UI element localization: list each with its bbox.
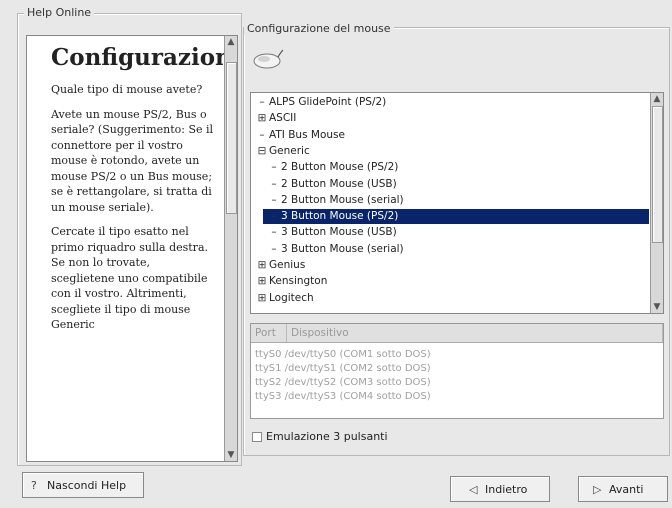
help-paragraph: Quale tipo di mouse avete? xyxy=(51,83,203,96)
tree-line-icon: – xyxy=(271,226,277,239)
scroll-down-arrow-icon[interactable]: ▼ xyxy=(651,301,663,313)
next-label: Avanti xyxy=(609,483,644,496)
column-header-port[interactable]: Port xyxy=(251,324,287,342)
tree-item-label: 3 Button Mouse (USB) xyxy=(281,226,397,239)
column-header-device[interactable]: Dispositivo xyxy=(287,324,663,342)
tree-item[interactable]: –2 Button Mouse (PS/2) xyxy=(263,160,649,175)
device-row[interactable]: ttyS0 /dev/ttyS0 (COM1 sotto DOS) xyxy=(255,348,431,361)
tree-item-label: Kensington xyxy=(269,275,328,288)
tree-line-icon: – xyxy=(271,177,277,190)
device-row[interactable]: ttyS1 /dev/ttyS1 (COM2 sotto DOS) xyxy=(255,362,431,375)
tree-scroll-thumb[interactable] xyxy=(652,106,663,243)
expand-icon[interactable]: ⊞ xyxy=(257,111,267,126)
tree-item-label: Generic xyxy=(269,144,310,157)
mouse-tree-list[interactable]: – ALPS GlidePoint (PS/2) ⊞ ASCII – ATI Bus Mo… xyxy=(250,92,664,314)
tree-line-icon: – xyxy=(271,161,277,174)
tree-item-label: Logitech xyxy=(269,291,314,304)
tree-scrollbar[interactable]: ▲ ▼ xyxy=(650,93,663,313)
device-table-header: Port Dispositivo xyxy=(251,324,663,343)
tree-item[interactable]: ⊞ Kensington xyxy=(251,274,649,289)
help-scrollbar[interactable]: ▲ ▼ xyxy=(224,36,237,461)
tree-item-label: ASCII xyxy=(269,112,297,125)
help-paragraph: Avete un mouse PS/2, Bus o seriale? (Sug… xyxy=(51,107,214,214)
back-button[interactable]: ◁ Indietro xyxy=(450,476,550,502)
collapse-icon[interactable]: ⊟ xyxy=(257,144,267,159)
tree-line-icon: – xyxy=(271,210,277,223)
tree-item[interactable]: – ALPS GlidePoint (PS/2) xyxy=(251,95,649,110)
device-row[interactable]: ttyS3 /dev/ttyS3 (COM4 sotto DOS) xyxy=(255,390,431,403)
tree-item[interactable]: ⊞ Logitech xyxy=(251,291,649,306)
tree-item[interactable]: –2 Button Mouse (USB) xyxy=(263,177,649,192)
tree-item[interactable]: –3 Button Mouse (USB) xyxy=(263,225,649,240)
tree-line-icon: – xyxy=(271,193,277,206)
tree-item[interactable]: –3 Button Mouse (serial) xyxy=(263,242,649,257)
tree-item-label: ALPS GlidePoint (PS/2) xyxy=(269,96,387,108)
tree-line-icon: – xyxy=(259,128,265,141)
tree-item[interactable]: –2 Button Mouse (serial) xyxy=(263,193,649,208)
mouse-icon xyxy=(253,49,284,69)
tree-item-label: 2 Button Mouse (serial) xyxy=(281,193,404,206)
help-content: Configurazione del mouse Quale tipo di m… xyxy=(27,36,238,342)
scroll-up-arrow-icon[interactable]: ▲ xyxy=(225,36,237,48)
tree-item-label: 2 Button Mouse (PS/2) xyxy=(281,161,399,174)
help-text-area[interactable]: Configurazione del mouse Quale tipo di m… xyxy=(26,35,238,462)
next-button[interactable]: ▷ Avanti xyxy=(578,476,668,502)
tree-item-label: 3 Button Mouse (PS/2) xyxy=(281,210,399,223)
tree-item-label: 2 Button Mouse (USB) xyxy=(281,177,397,190)
emulation-label[interactable]: Emulazione 3 pulsanti xyxy=(266,430,388,443)
tree-item-label: ATI Bus Mouse xyxy=(269,128,345,141)
tree-item[interactable]: ⊞ Genius xyxy=(251,258,649,273)
back-label: Indietro xyxy=(485,483,528,496)
mouse-config-group-title: Configurazione del mouse xyxy=(244,22,394,35)
help-scroll-thumb[interactable] xyxy=(226,62,237,214)
scroll-down-arrow-icon[interactable]: ▼ xyxy=(225,449,237,461)
help-icon: ? xyxy=(31,479,37,492)
device-row[interactable]: ttyS2 /dev/ttyS2 (COM3 sotto DOS) xyxy=(255,376,431,389)
tree-line-icon: – xyxy=(259,96,265,108)
help-paragraph: Cercate il tipo esatto nel primo riquadr… xyxy=(51,225,208,331)
next-arrow-icon: ▷ xyxy=(593,483,602,496)
expand-icon[interactable]: ⊞ xyxy=(257,274,267,289)
expand-icon[interactable]: ⊞ xyxy=(257,291,267,306)
help-group-title: Help Online xyxy=(24,6,95,19)
hide-help-label: Nascondi Help xyxy=(47,479,127,492)
hide-help-button[interactable]: ? Nascondi Help xyxy=(22,472,144,498)
back-arrow-icon: ◁ xyxy=(469,483,478,496)
tree-line-icon: – xyxy=(271,242,277,255)
help-title: Configurazione del mouse xyxy=(51,44,238,71)
tree-item[interactable]: ⊞ ASCII xyxy=(251,111,649,126)
device-table[interactable]: Port Dispositivo ttyS0 /dev/ttyS0 (COM1 … xyxy=(250,323,664,419)
emulation-checkbox[interactable] xyxy=(252,432,262,442)
tree-item[interactable]: –3 Button Mouse (PS/2) xyxy=(263,209,649,225)
scroll-up-arrow-icon[interactable]: ▲ xyxy=(651,93,663,105)
expand-icon[interactable]: ⊞ xyxy=(257,258,267,273)
tree-item-label: Genius xyxy=(269,259,306,271)
tree-item-label: 3 Button Mouse (serial) xyxy=(281,242,404,255)
tree-item[interactable]: ⊟ Generic xyxy=(251,144,649,159)
tree-item[interactable]: – ATI Bus Mouse xyxy=(251,128,649,143)
